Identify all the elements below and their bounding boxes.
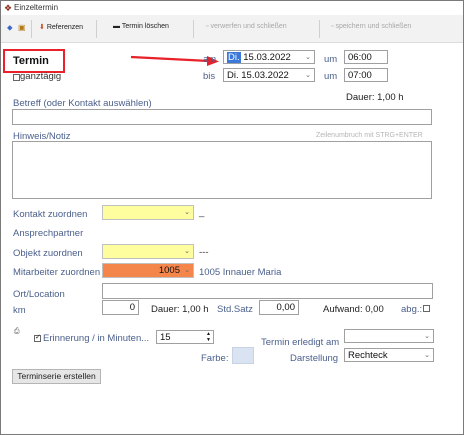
mitarbeiter-name: 1005 Innauer Maria xyxy=(199,267,282,278)
reminder-icon: ⎙ xyxy=(14,328,20,335)
dauer-text: Dauer: 1,00 h xyxy=(346,92,404,103)
dauer-text-2: Dauer: 1,00 h xyxy=(151,304,209,315)
aufwand-text: Aufwand: 0,00 xyxy=(323,304,384,315)
stdsatz-label: Std.Satz xyxy=(217,304,253,315)
tag-icon[interactable]: ▣ xyxy=(18,23,26,32)
speichern-button[interactable]: ▫ speichern und schließen xyxy=(331,23,411,30)
app-icon: ❖ xyxy=(4,3,13,13)
toolbar: ⬥ ▣ ⬇ Referenzen ▬ Termin löschen ▫ verw… xyxy=(1,15,463,43)
farbe-label: Farbe: xyxy=(201,353,229,364)
ganztaegig-checkbox[interactable] xyxy=(13,74,20,81)
referenzen-label: Referenzen xyxy=(46,24,84,31)
bis-label: bis xyxy=(203,71,216,82)
minus-icon: ▬ xyxy=(113,23,120,30)
km-input[interactable]: 0 xyxy=(102,300,139,315)
speichern-label: speichern und schließen xyxy=(335,23,412,30)
start-time-field[interactable]: 06:00 xyxy=(344,50,388,64)
ansprechpartner-label: Ansprechpartner xyxy=(13,228,84,239)
erinnerung-label: Erinnerung / in Minuten... xyxy=(43,333,150,344)
end-time-field[interactable]: 07:00 xyxy=(344,68,388,82)
objekt-suffix: --- xyxy=(199,247,209,258)
end-date-value: Di. 15.03.2022 xyxy=(227,70,289,81)
discard-icon: ▫ xyxy=(206,23,209,30)
darstellung-combo[interactable]: Rechteck ⌄ xyxy=(344,348,434,362)
objekt-combo[interactable]: ⌄ xyxy=(102,244,194,259)
start-date-day: Di. xyxy=(227,52,241,63)
bookmark-icon[interactable]: ⬥ xyxy=(7,23,13,33)
spin-down-icon[interactable]: ▼ xyxy=(206,337,211,343)
chevron-down-icon[interactable]: ⌄ xyxy=(305,53,311,61)
hinweis-textarea[interactable] xyxy=(12,141,432,199)
darstellung-label: Darstellung xyxy=(290,353,339,364)
farbe-swatch[interactable] xyxy=(232,347,254,364)
hinweis-hint: Zeilenumbruch mit STRG+ENTER xyxy=(316,132,423,139)
am-label: am xyxy=(203,54,217,65)
chevron-down-icon[interactable]: ⌄ xyxy=(184,208,190,216)
chevron-down-icon[interactable]: ⌄ xyxy=(184,247,190,255)
window-title: Einzeltermin xyxy=(14,3,59,12)
erinnerung-spinner[interactable]: 15 ▲ ▼ xyxy=(156,330,214,344)
arrow-down-icon: ⬇ xyxy=(39,24,45,31)
stdsatz-input[interactable]: 0,00 xyxy=(259,300,299,315)
kontakt-label: Kontakt zuordnen xyxy=(13,209,88,220)
abg-checkbox[interactable] xyxy=(423,305,430,312)
objekt-label: Objekt zuordnen xyxy=(13,248,83,259)
window: ❖ Einzeltermin ⬥ ▣ ⬇ Referenzen ▬ Termin… xyxy=(0,0,464,435)
ort-input[interactable] xyxy=(102,283,433,299)
betreff-input[interactable] xyxy=(12,109,432,125)
chevron-down-icon[interactable]: ⌄ xyxy=(184,266,190,274)
chevron-down-icon[interactable]: ⌄ xyxy=(424,332,430,340)
termin-heading: Termin xyxy=(13,55,49,67)
kontakt-suffix: _ xyxy=(199,207,205,218)
terminserie-button[interactable]: Terminserie erstellen xyxy=(12,369,101,384)
ganztaegig-label: ganztägig xyxy=(20,71,62,82)
erinnerung-value: 15 xyxy=(160,332,171,343)
um-end-label: um xyxy=(324,71,338,82)
erinnerung-checkbox[interactable] xyxy=(34,333,41,342)
termin-loeschen-button[interactable]: ▬ Termin löschen xyxy=(113,23,169,30)
mitarbeiter-label: Mitarbeiter zuordnen xyxy=(13,267,101,278)
start-date-value: 15.03.2022 xyxy=(243,52,291,63)
betreff-label: Betreff (oder Kontakt auswählen) xyxy=(13,98,152,109)
toolbar-separator xyxy=(319,20,320,38)
save-icon: ▫ xyxy=(331,23,334,30)
mitarbeiter-value: 1005 xyxy=(158,265,180,276)
start-date-field[interactable]: Di. 15.03.2022 ⌄ xyxy=(223,50,315,64)
toolbar-separator xyxy=(31,20,32,38)
kontakt-combo[interactable]: ⌄ xyxy=(102,205,194,220)
chevron-down-icon[interactable]: ⌄ xyxy=(424,351,430,359)
um-start-label: um xyxy=(324,54,338,65)
terminserie-label: Terminserie erstellen xyxy=(17,371,96,381)
referenzen-button[interactable]: ⬇ Referenzen xyxy=(39,23,83,31)
termin-loeschen-label: Termin löschen xyxy=(121,23,169,30)
erledigt-label: Termin erledigt am xyxy=(261,337,340,348)
toolbar-separator xyxy=(193,20,194,38)
title-bar: ❖ Einzeltermin xyxy=(1,1,463,15)
darstellung-value: Rechteck xyxy=(348,350,388,361)
erledigt-combo[interactable]: ⌄ xyxy=(344,329,434,343)
abg-label: abg.: xyxy=(401,304,423,315)
ort-label: Ort/Location xyxy=(13,289,65,300)
verwerfen-label: verwerfen und schließen xyxy=(210,23,287,30)
verwerfen-button[interactable]: ▫ verwerfen und schließen xyxy=(206,23,287,30)
chevron-down-icon[interactable]: ⌄ xyxy=(305,71,311,79)
mitarbeiter-combo[interactable]: 1005 ⌄ xyxy=(102,263,194,278)
end-date-field[interactable]: Di. 15.03.2022 ⌄ xyxy=(223,68,315,82)
km-label: km xyxy=(13,305,26,316)
toolbar-separator xyxy=(96,20,97,38)
